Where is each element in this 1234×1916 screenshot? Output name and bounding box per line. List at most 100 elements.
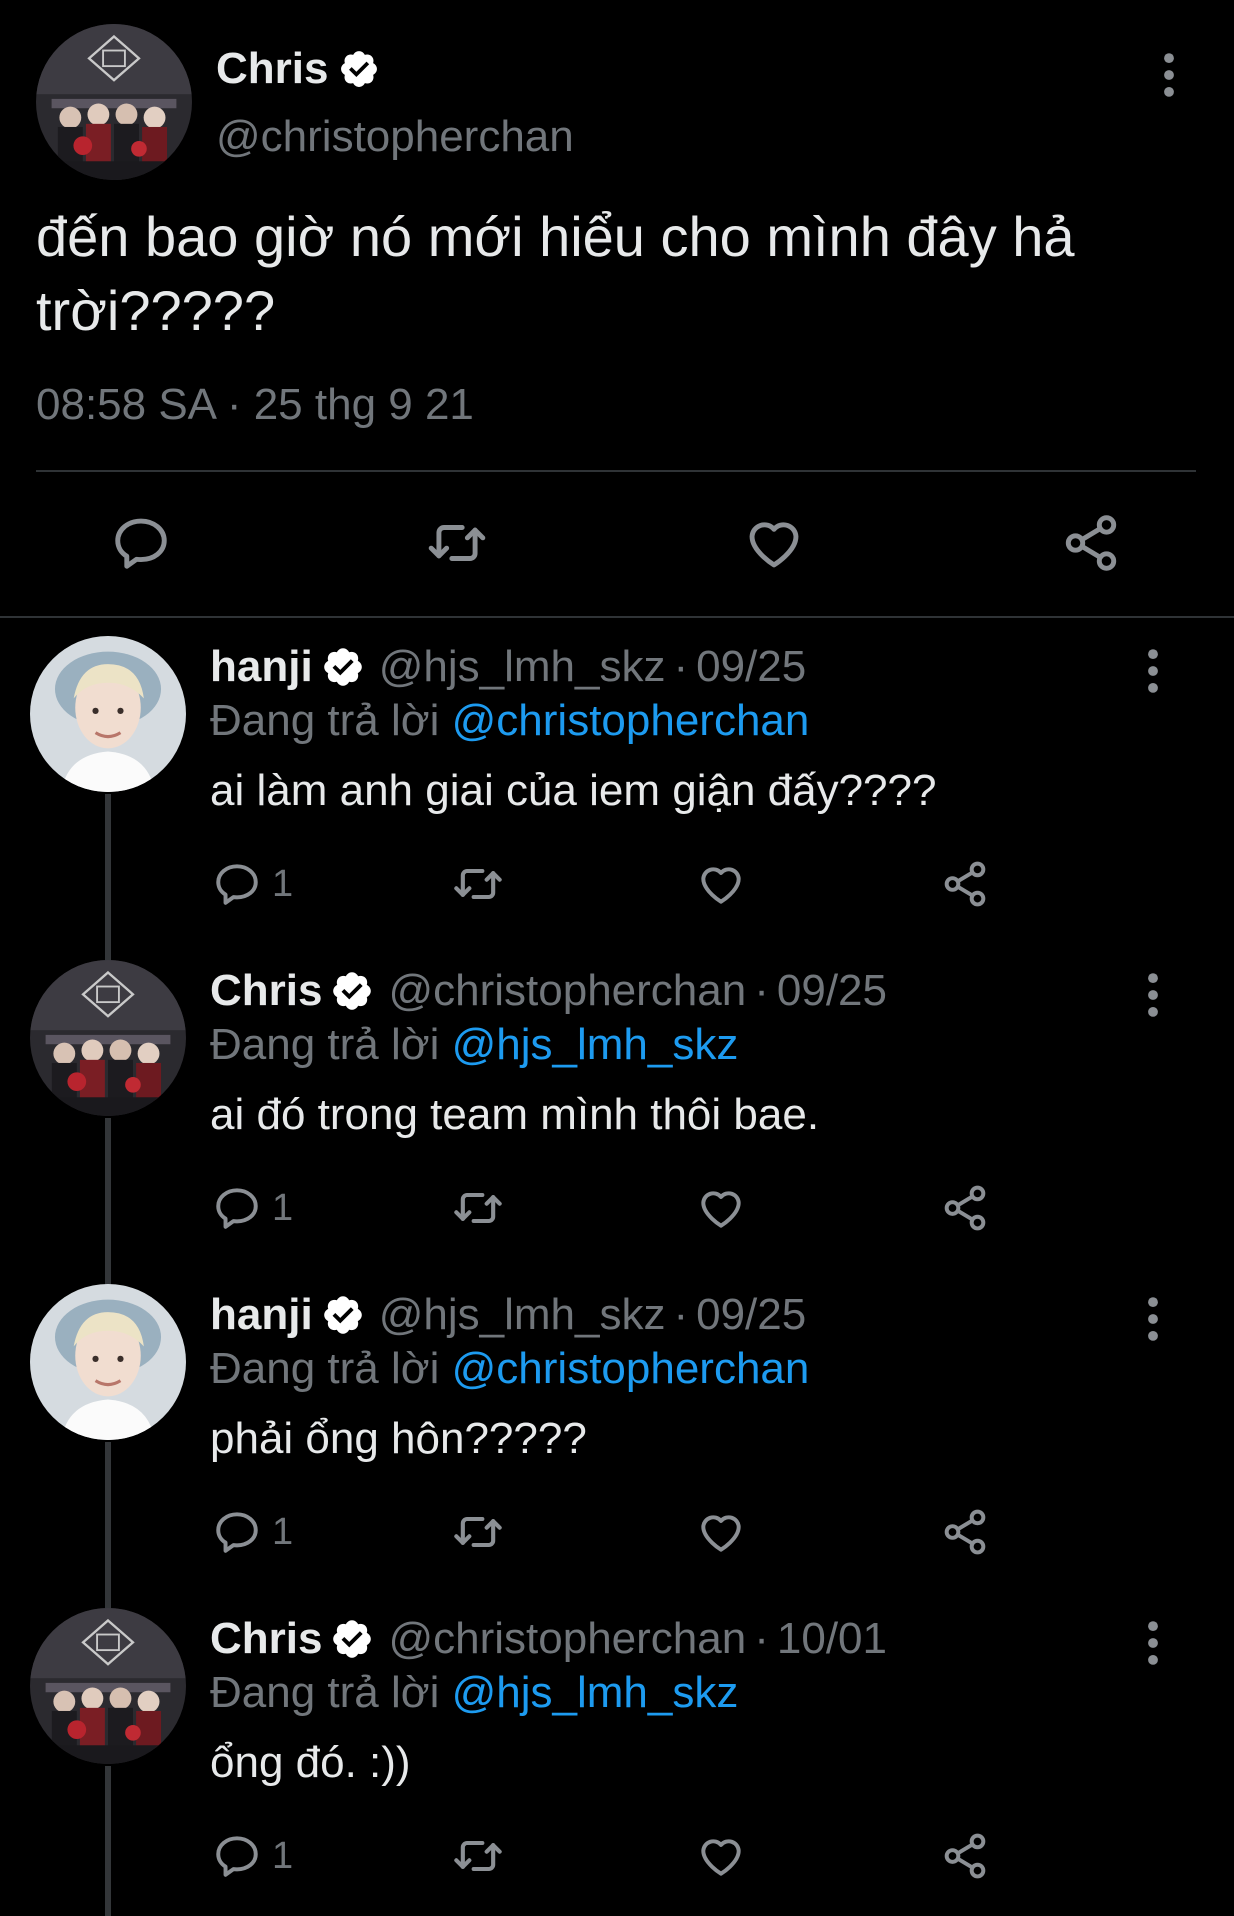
more-icon[interactable] — [1156, 52, 1182, 98]
replying-to: Đang trả lời @hjs_lmh_skz — [210, 1020, 738, 1070]
reply-header: hanji @hjs_lmh_skz · 09/25 — [210, 642, 806, 692]
reply-count: 1 — [272, 1510, 294, 1553]
reply-tweet[interactable]: hanji @hjs_lmh_skz · 09/25 Đang trả lời … — [0, 618, 1234, 942]
author-avatar[interactable] — [36, 24, 192, 180]
like-action[interactable] — [696, 858, 746, 910]
reply-date[interactable]: 09/25 — [696, 642, 806, 692]
reply-tweet[interactable]: Chris @christopherchan · 09/25 Đang trả … — [0, 942, 1234, 1266]
reply-author-handle[interactable]: @hjs_lmh_skz — [379, 1290, 666, 1340]
reply-date[interactable]: 10/01 — [777, 1614, 887, 1664]
replying-mention[interactable]: @hjs_lmh_skz — [452, 1020, 739, 1069]
verified-badge-icon — [330, 969, 374, 1013]
tweet-timestamp[interactable]: 08:58 SA · 25 thg 9 21 — [36, 380, 474, 430]
reply-avatar[interactable] — [30, 1284, 186, 1440]
reply-date[interactable]: 09/25 — [777, 966, 887, 1016]
reply-icon[interactable] — [110, 512, 172, 574]
replying-prefix: Đang trả lời — [210, 1344, 440, 1393]
reply-icon — [212, 859, 262, 909]
reply-header: hanji @hjs_lmh_skz · 09/25 — [210, 1290, 806, 1340]
reply-icon — [212, 1507, 262, 1557]
verified-badge-icon — [321, 1293, 365, 1337]
reply-actions: 1 — [0, 1830, 1234, 1890]
more-icon[interactable] — [1140, 1620, 1166, 1666]
like-icon — [696, 859, 746, 909]
reply-avatar[interactable] — [30, 1608, 186, 1764]
separator-dot: · — [673, 1290, 689, 1339]
reply-action[interactable]: 1 — [212, 1506, 293, 1558]
reply-text: ai đó trong team mình thôi bae. — [210, 1090, 820, 1139]
reply-author-handle[interactable]: @christopherchan — [388, 1614, 746, 1664]
reply-author-handle[interactable]: @hjs_lmh_skz — [379, 642, 666, 692]
separator-dot: · — [673, 642, 689, 691]
share-icon — [940, 859, 990, 909]
like-action[interactable] — [696, 1830, 746, 1882]
reply-author-handle[interactable]: @christopherchan — [388, 966, 746, 1016]
replying-to: Đang trả lời @christopherchan — [210, 1344, 809, 1394]
reply-icon — [212, 1183, 262, 1233]
more-icon[interactable] — [1140, 648, 1166, 694]
share-action[interactable] — [940, 1506, 990, 1558]
reply-actions: 1 — [0, 1182, 1234, 1242]
reply-action[interactable]: 1 — [212, 1182, 293, 1234]
verified-badge-icon — [321, 645, 365, 689]
retweet-action[interactable] — [452, 858, 504, 910]
reply-text: ổng đó. :)) — [210, 1738, 411, 1787]
like-icon[interactable] — [743, 512, 805, 574]
divider — [36, 470, 1196, 472]
retweet-action[interactable] — [452, 1830, 504, 1882]
share-action[interactable] — [940, 1182, 990, 1234]
reply-tweet[interactable]: hanji @hjs_lmh_skz · 09/25 Đang trả lời … — [0, 1266, 1234, 1590]
reply-action[interactable]: 1 — [212, 858, 293, 910]
replying-to: Đang trả lời @christopherchan — [210, 696, 809, 746]
retweet-icon — [452, 1830, 504, 1882]
verified-badge-icon — [330, 1617, 374, 1661]
reply-actions: 1 — [0, 1506, 1234, 1566]
share-icon[interactable] — [1060, 512, 1122, 574]
like-icon — [696, 1183, 746, 1233]
replying-mention[interactable]: @christopherchan — [452, 1344, 810, 1393]
reply-avatar[interactable] — [30, 960, 186, 1116]
retweet-action[interactable] — [452, 1506, 504, 1558]
reply-icon — [212, 1831, 262, 1881]
author-name[interactable]: Chris — [216, 44, 328, 94]
share-action[interactable] — [940, 858, 990, 910]
reply-text: phải ổng hôn????? — [210, 1414, 587, 1463]
retweet-icon[interactable] — [426, 512, 488, 574]
reply-date[interactable]: 09/25 — [696, 1290, 806, 1340]
reply-count: 1 — [272, 1186, 294, 1229]
replying-mention[interactable]: @christopherchan — [452, 696, 810, 745]
reply-author-name[interactable]: hanji — [210, 642, 313, 692]
replying-prefix: Đang trả lời — [210, 1020, 440, 1069]
avatar-image — [30, 1284, 186, 1440]
like-action[interactable] — [696, 1506, 746, 1558]
reply-tweet[interactable]: Chris @christopherchan · 10/01 Đang trả … — [0, 1590, 1234, 1914]
reply-avatar[interactable] — [30, 636, 186, 792]
reply-author-name[interactable]: Chris — [210, 966, 322, 1016]
like-icon — [696, 1831, 746, 1881]
author-name-row[interactable]: Chris — [216, 44, 380, 94]
reply-header: Chris @christopherchan · 09/25 — [210, 966, 887, 1016]
reply-action[interactable]: 1 — [212, 1830, 293, 1882]
reply-actions: 1 — [0, 858, 1234, 918]
replying-prefix: Đang trả lời — [210, 696, 440, 745]
retweet-action[interactable] — [452, 1182, 504, 1234]
like-icon — [696, 1507, 746, 1557]
like-action[interactable] — [696, 1182, 746, 1234]
avatar-image — [36, 24, 192, 180]
retweet-icon — [452, 1182, 504, 1234]
main-tweet: Chris @christopherchan đến bao giờ nó mớ… — [0, 0, 1234, 620]
author-handle[interactable]: @christopherchan — [216, 112, 574, 162]
more-icon[interactable] — [1140, 1296, 1166, 1342]
more-icon[interactable] — [1140, 972, 1166, 1018]
verified-badge-icon — [338, 48, 380, 90]
replying-to: Đang trả lời @hjs_lmh_skz — [210, 1668, 738, 1718]
separator-dot: · — [754, 1614, 769, 1663]
share-action[interactable] — [940, 1830, 990, 1882]
reply-author-name[interactable]: Chris — [210, 1614, 322, 1664]
replying-mention[interactable]: @hjs_lmh_skz — [452, 1668, 739, 1717]
retweet-icon — [452, 858, 504, 910]
reply-count: 1 — [272, 862, 294, 905]
reply-author-name[interactable]: hanji — [210, 1290, 313, 1340]
share-icon — [940, 1183, 990, 1233]
tweet-text: đến bao giờ nó mới hiểu cho mình đây hả … — [36, 205, 1075, 342]
